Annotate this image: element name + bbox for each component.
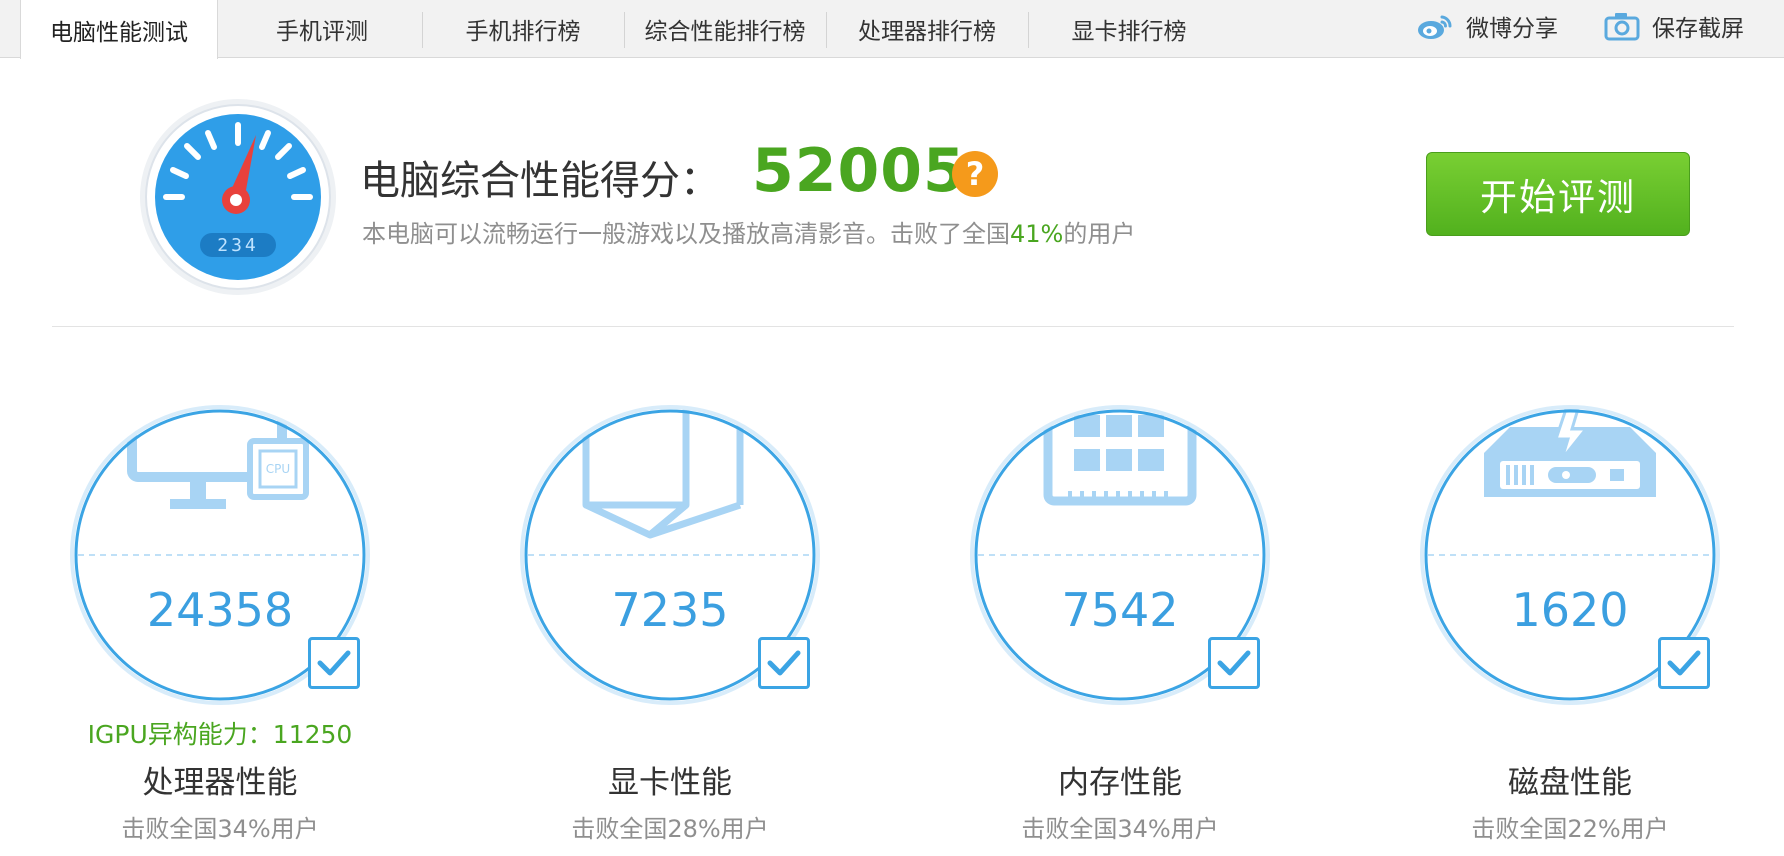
metric-name: 磁盘性能: [1508, 765, 1632, 801]
igpu-capability: IGPU异构能力：11250: [87, 720, 353, 749]
tab-overall-ranking[interactable]: 综合性能排行榜: [624, 0, 826, 58]
svg-text:CPU: CPU: [266, 462, 290, 476]
weibo-icon: [1418, 15, 1452, 39]
tab-phone-ranking[interactable]: 手机排行榜: [422, 0, 624, 58]
metric-beat-percent: 击败全国34%用户: [121, 815, 319, 843]
score-description: 本电脑可以流畅运行一般游戏以及播放高清影音。击败了全国41%的用户: [362, 214, 1135, 249]
metric-checkbox[interactable]: [758, 637, 810, 689]
score-desc-suffix: 的用户: [1063, 220, 1136, 248]
section-divider: [52, 326, 1734, 327]
checkmark-icon: [317, 650, 351, 676]
metric-value: 24358: [146, 583, 294, 637]
speedometer-icon: 234: [138, 97, 338, 297]
metric-name: 处理器性能: [142, 765, 298, 801]
score-desc-text: 本电脑可以流畅运行一般游戏以及播放高清影音。击败了全国: [362, 220, 1010, 248]
save-screenshot-button[interactable]: 保存截屏: [1604, 0, 1744, 52]
tab-gpu-ranking[interactable]: 显卡排行榜: [1028, 0, 1230, 58]
metric-beat-percent: 击败全国22%用户: [1471, 815, 1669, 843]
checkmark-icon: [767, 650, 801, 676]
metric-value: 7542: [1061, 583, 1179, 637]
metric-beat-percent: 击败全国28%用户: [571, 815, 769, 843]
tab-pc-benchmark[interactable]: 电脑性能测试: [20, 0, 218, 59]
weibo-share-button[interactable]: 微博分享: [1416, 0, 1558, 52]
metric-card-gpu: 7235 显卡性能 击败全国28%用户: [520, 405, 820, 856]
score-title: 电脑综合性能得分：: [360, 158, 720, 204]
camera-icon: [1604, 13, 1640, 41]
metric-value: 1620: [1511, 583, 1629, 637]
metric-card-memory: 7542 内存性能 击败全国34%用户: [970, 405, 1270, 856]
disk-drive-icon: [1484, 409, 1656, 497]
gauge-reading: 234: [217, 235, 259, 256]
metric-name: 内存性能: [1058, 765, 1182, 801]
metric-checkbox[interactable]: [308, 637, 360, 689]
metric-checkbox[interactable]: [1658, 637, 1710, 689]
checkmark-icon: [1217, 650, 1251, 676]
tab-cpu-ranking[interactable]: 处理器排行榜: [826, 0, 1028, 58]
metric-beat-percent: 击败全国34%用户: [1021, 815, 1219, 843]
top-tab-bar: 电脑性能测试 手机评测 手机排行榜 综合性能排行榜 处理器排行榜 显卡排行榜 微…: [0, 0, 1784, 59]
metric-card-cpu: CPU 24358 IGPU异构能力：11250 处理器性能 击败全国34%用户: [70, 405, 370, 856]
metric-value: 7235: [611, 583, 729, 637]
score-desc-percent: 41%: [1010, 220, 1064, 248]
checkmark-icon: [1667, 650, 1701, 676]
tab-phone-review[interactable]: 手机评测: [222, 0, 422, 58]
metric-card-disk: 1620 磁盘性能 击败全国22%用户: [1420, 405, 1720, 856]
help-icon[interactable]: ?: [952, 151, 998, 197]
weibo-share-label: 微博分享: [1466, 16, 1558, 42]
start-benchmark-button[interactable]: 开始评测: [1426, 152, 1690, 236]
overall-score-value: 52005: [752, 136, 966, 206]
save-screenshot-label: 保存截屏: [1652, 16, 1744, 42]
metric-name: 显卡性能: [608, 765, 732, 801]
metric-checkbox[interactable]: [1208, 637, 1260, 689]
